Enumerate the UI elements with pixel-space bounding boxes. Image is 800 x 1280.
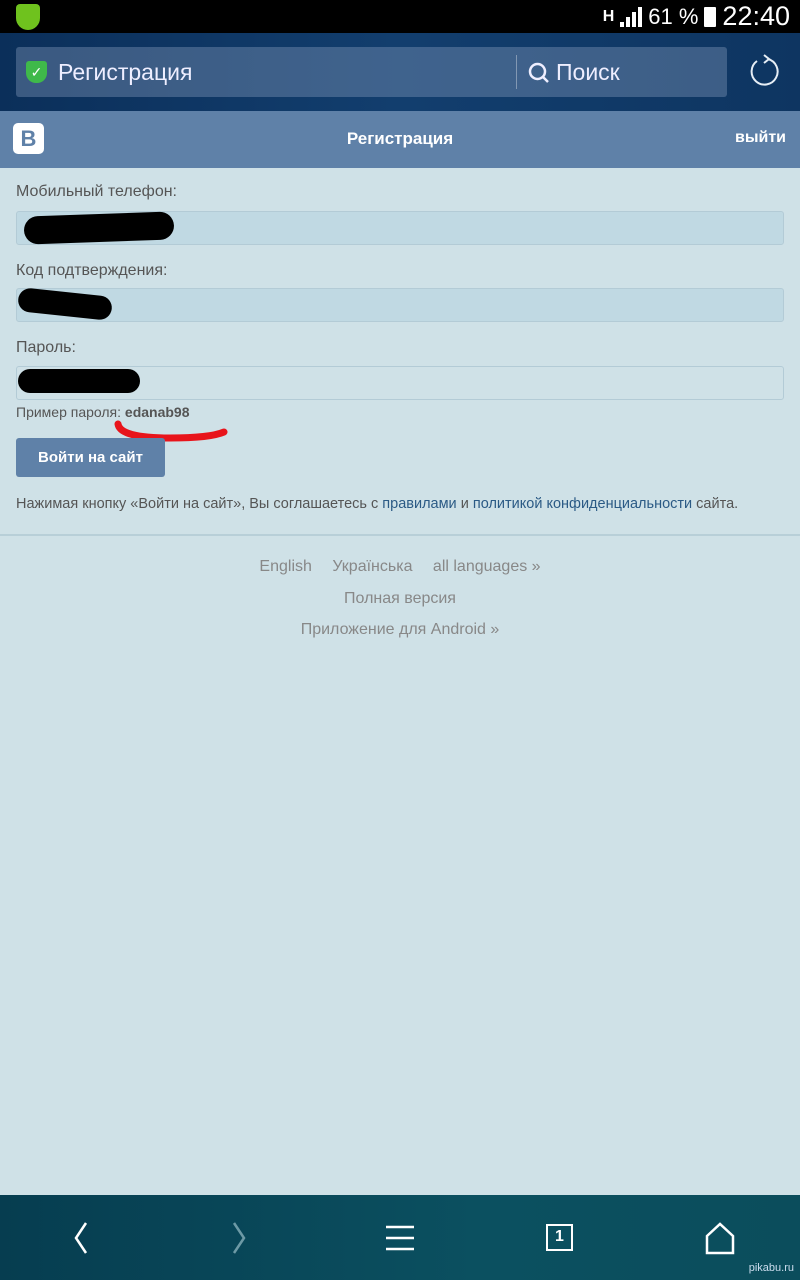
terms-before: Нажимая кнопку «Войти на сайт», Вы согла…	[16, 496, 379, 512]
android-app-link[interactable]: Приложение для Android »	[0, 621, 800, 639]
search-label: Поиск	[556, 59, 620, 85]
reload-icon[interactable]	[746, 53, 782, 89]
privacy-link[interactable]: политикой конфиденциальности	[473, 496, 692, 512]
battery-icon	[704, 6, 717, 27]
code-input[interactable]	[16, 288, 784, 322]
login-button[interactable]: Войти на сайт	[16, 438, 165, 477]
search-button[interactable]: Поиск	[528, 59, 620, 86]
address-bar[interactable]: ✓ Регистрация Поиск	[16, 47, 727, 97]
page-url-title[interactable]: Регистрация	[58, 59, 192, 86]
logout-link[interactable]: выйти	[735, 129, 786, 147]
back-icon[interactable]	[70, 1220, 92, 1256]
forward-icon[interactable]	[228, 1220, 250, 1256]
home-icon[interactable]	[704, 1220, 736, 1256]
search-icon	[528, 62, 549, 83]
terms-text: Нажимая кнопку «Войти на сайт», Вы согла…	[16, 496, 738, 512]
terms-after: сайта.	[696, 496, 739, 512]
signal-icon	[620, 6, 643, 27]
password-label: Пароль:	[16, 339, 76, 356]
hint-text: Пример пароля:	[16, 404, 122, 420]
full-version-link[interactable]: Полная версия	[0, 590, 800, 608]
tabs-button[interactable]: 1	[546, 1224, 573, 1251]
lang-english[interactable]: English	[259, 558, 311, 575]
terms-and: и	[460, 496, 469, 512]
language-links: English Українська all languages »	[0, 558, 800, 576]
redaction-scribble	[23, 211, 175, 245]
browser-bottom-nav: 1	[0, 1195, 800, 1280]
clock: 22:40	[722, 1, 790, 31]
page-title: Регистрация	[346, 129, 454, 148]
battery-percent: 61 %	[648, 3, 699, 29]
site-header: В Регистрация выйти	[0, 111, 800, 168]
security-app-icon	[16, 4, 40, 30]
status-bar: H 61 % 22:40	[0, 0, 800, 33]
phone-label: Мобильный телефон:	[16, 183, 177, 200]
divider	[516, 55, 517, 89]
lang-ukrainian[interactable]: Українська	[332, 558, 412, 575]
redaction-scribble	[18, 369, 140, 393]
secure-check-icon: ✓	[26, 61, 47, 83]
watermark: pikabu.ru	[748, 1262, 794, 1274]
lang-all[interactable]: all languages »	[433, 558, 541, 575]
menu-icon[interactable]	[384, 1220, 416, 1256]
divider	[0, 534, 800, 536]
code-label: Код подтверждения:	[16, 262, 168, 279]
browser-toolbar: ✓ Регистрация Поиск	[0, 33, 800, 111]
network-type: H	[602, 7, 615, 25]
rules-link[interactable]: правилами	[382, 496, 456, 512]
